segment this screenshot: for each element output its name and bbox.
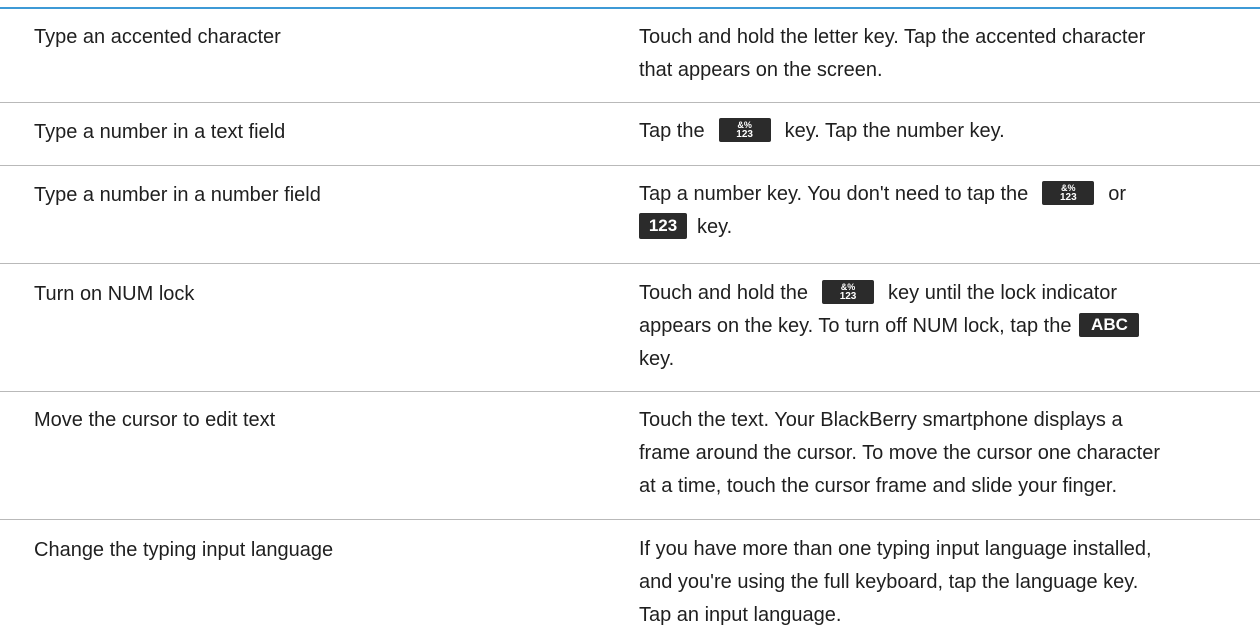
action-description: Touch the text. Your BlackBerry smartpho…	[639, 409, 1161, 497]
action-description: Touch and hold the &% 123 key until the loc…	[639, 277, 1239, 376]
action-label: Move the cursor to edit text	[34, 409, 276, 431]
action-label: Change the typing input language	[34, 539, 334, 561]
action-label: Turn on NUM lock	[34, 283, 195, 305]
abc-key-icon: ABC	[1079, 312, 1140, 337]
symbol-key-icon: &% 123	[1042, 180, 1095, 205]
symbol-key-icon: &% 123	[718, 117, 771, 142]
number-key-icon: 123	[639, 212, 687, 239]
action-label: Type a number in a text field	[34, 121, 286, 143]
table-row: Change the typing input language If you …	[0, 520, 1260, 626]
table-row: Type a number in a number field Tap a nu…	[0, 166, 1260, 263]
action-description: Tap a number key. You don't need to tap …	[639, 180, 1127, 239]
action-description: Tap the &% 123 key. Tap the number key.	[639, 117, 1005, 142]
table-row: Turn on NUM lock Touch and hold the &% 123…	[0, 264, 1260, 391]
table-row: Type a number in a text field Tap the &% 1…	[0, 103, 1260, 165]
action-label: Type a number in a number field	[34, 184, 321, 206]
symbol-key-icon: &% 123	[822, 279, 875, 304]
table-row: Move the cursor to edit text Touch the t…	[0, 392, 1260, 519]
table-row: Type an accented character Touch and hol…	[0, 9, 1260, 102]
action-description: Touch and hold the letter key. Tap the a…	[639, 26, 1146, 81]
action-label: Type an accented character	[34, 26, 281, 48]
action-description: If you have more than one typing input l…	[639, 538, 1152, 626]
